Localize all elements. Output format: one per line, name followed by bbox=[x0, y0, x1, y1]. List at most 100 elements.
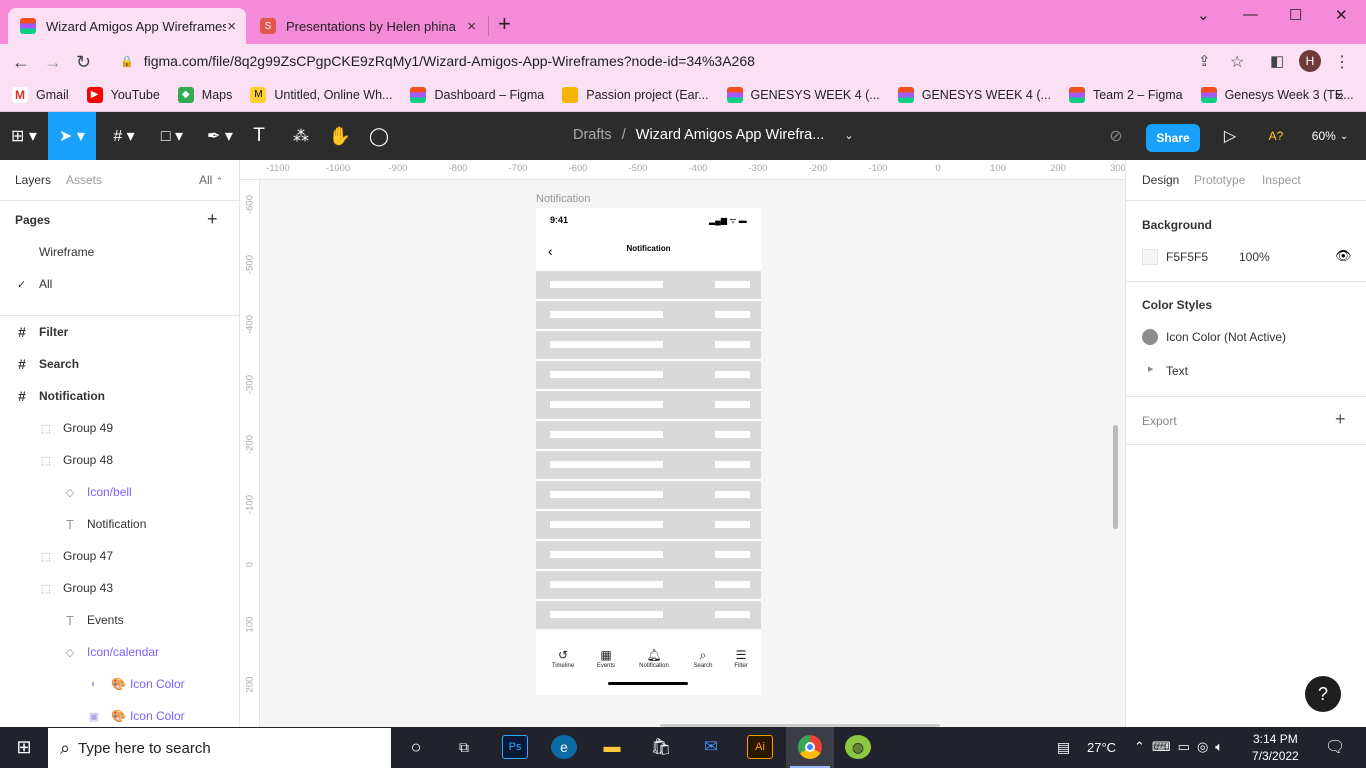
layer-group-48[interactable]: ⬚ Group 48 bbox=[0, 444, 239, 476]
tab-design[interactable]: Design bbox=[1142, 173, 1179, 187]
task-view-icon[interactable]: ⧉ bbox=[451, 735, 477, 759]
tab-layers[interactable]: Layers bbox=[15, 173, 51, 187]
notification-row[interactable] bbox=[536, 541, 761, 569]
layer-notification-frame[interactable]: # Notification bbox=[0, 380, 239, 412]
notification-row[interactable] bbox=[536, 601, 761, 629]
nav-filter[interactable]: ☰ Filter bbox=[723, 648, 759, 669]
layer-icon-color-1[interactable]: ◐ 🎨 Icon Color bbox=[0, 668, 239, 700]
share-page-icon[interactable]: ⇪ bbox=[1198, 52, 1211, 70]
notification-row[interactable] bbox=[536, 271, 761, 299]
vertical-scrollbar[interactable] bbox=[1113, 425, 1118, 529]
frame-tool-icon[interactable]: # ▾ bbox=[104, 112, 144, 160]
layer-group-43[interactable]: ⬚ Group 43 bbox=[0, 572, 239, 604]
help-button[interactable]: ? bbox=[1305, 676, 1341, 712]
bookmark-dashboard-figma[interactable]: Dashboard – Figma bbox=[410, 86, 544, 103]
share-button[interactable]: Share bbox=[1146, 124, 1200, 152]
new-tab-button[interactable]: + bbox=[498, 13, 511, 35]
notification-row[interactable] bbox=[536, 571, 761, 599]
comment-tool-icon[interactable]: ◯ bbox=[366, 112, 392, 160]
bookmark-passion-project[interactable]: Passion project (Ear... bbox=[562, 86, 709, 103]
illustrator-icon[interactable]: Ai bbox=[747, 735, 773, 759]
present-play-icon[interactable]: ▷ bbox=[1220, 112, 1240, 160]
shape-tool-icon[interactable]: □ ▾ bbox=[152, 112, 192, 160]
bookmark-maps[interactable]: ◆ Maps bbox=[177, 86, 232, 103]
move-tool-icon[interactable]: ➤ ▾ bbox=[48, 112, 96, 160]
notification-row[interactable] bbox=[536, 331, 761, 359]
zoom-control[interactable]: 60% ⌄ bbox=[1310, 112, 1350, 160]
minimize-icon[interactable]: — bbox=[1243, 6, 1258, 23]
notification-row[interactable] bbox=[536, 511, 761, 539]
bookmark-genesys-week4-a[interactable]: GENESYS WEEK 4 (... bbox=[726, 86, 880, 103]
notification-row[interactable] bbox=[536, 301, 761, 329]
tab-prototype[interactable]: Prototype bbox=[1194, 173, 1245, 187]
layer-filter[interactable]: # Filter bbox=[0, 316, 239, 348]
tab-figma[interactable]: Wizard Amigos App Wireframes × bbox=[8, 8, 246, 44]
notification-row[interactable] bbox=[536, 421, 761, 449]
nav-timeline[interactable]: ↺ Timeline bbox=[545, 648, 581, 669]
notifications-icon[interactable]: 🗨︎ bbox=[1325, 737, 1345, 757]
tab-inspect[interactable]: Inspect bbox=[1262, 173, 1301, 187]
background-hex[interactable]: F5F5F5 bbox=[1166, 250, 1208, 264]
more-bookmarks-icon[interactable]: » bbox=[1336, 86, 1344, 102]
layer-search[interactable]: # Search bbox=[0, 348, 239, 380]
bookmark-team2-figma[interactable]: Team 2 – Figma bbox=[1068, 86, 1183, 103]
page-wireframe[interactable]: Wireframe bbox=[0, 236, 239, 268]
main-menu-icon[interactable]: ⊞ ▾ bbox=[0, 112, 48, 160]
maximize-icon[interactable]: ☐ bbox=[1289, 6, 1302, 24]
add-export-icon[interactable]: + bbox=[1335, 409, 1346, 430]
profile-avatar[interactable]: H bbox=[1299, 50, 1321, 72]
notification-row[interactable] bbox=[536, 361, 761, 389]
layer-group-47[interactable]: ⬚ Group 47 bbox=[0, 540, 239, 572]
frame-label[interactable]: Notification bbox=[536, 193, 590, 205]
background-opacity[interactable]: 100% bbox=[1239, 250, 1270, 264]
forward-icon[interactable]: → bbox=[44, 52, 62, 73]
reload-icon[interactable]: ↻ bbox=[76, 52, 91, 73]
tab-search-icon[interactable]: ⌄ bbox=[1197, 6, 1210, 24]
layer-notification-text[interactable]: T Notification bbox=[0, 508, 239, 540]
store-icon[interactable]: 🛍︎ bbox=[648, 735, 674, 759]
caret-right-icon[interactable]: ▶ bbox=[1148, 365, 1153, 373]
tray-icons[interactable]: ⌃⌨▭◎🔈︎ bbox=[1134, 739, 1230, 755]
color-style-icon-color[interactable]: Icon Color (Not Active) bbox=[1166, 330, 1286, 344]
bookmark-youtube[interactable]: ▶ YouTube bbox=[86, 86, 160, 103]
background-swatch[interactable] bbox=[1142, 249, 1158, 265]
notification-row[interactable] bbox=[536, 481, 761, 509]
layer-events-text[interactable]: T Events bbox=[0, 604, 239, 636]
layer-icon-bell[interactable]: ◇ Icon/bell bbox=[0, 476, 239, 508]
nav-search[interactable]: ⌕ Search bbox=[685, 648, 721, 669]
canvas[interactable]: -1100 -1000 -900 -800 -700 -600 -500 -400 -300 -2… bbox=[240, 160, 1125, 727]
close-tab-icon[interactable]: × bbox=[227, 18, 236, 35]
taskbar-search-input[interactable]: ⌕ Type here to search bbox=[48, 728, 391, 768]
bookmark-star-icon[interactable]: ☆ bbox=[1230, 52, 1244, 72]
chevron-down-icon[interactable]: ⌄ bbox=[844, 130, 853, 142]
tab-assets[interactable]: Assets bbox=[66, 173, 102, 187]
layer-icon-calendar[interactable]: ◇ Icon/calendar bbox=[0, 636, 239, 668]
color-style-text-group[interactable]: Text bbox=[1166, 364, 1188, 378]
clock[interactable]: 3:14 PM 7/3/2022 bbox=[1252, 731, 1299, 765]
close-window-icon[interactable]: ✕ bbox=[1335, 6, 1348, 24]
nav-notification[interactable]: 🔔︎ Notification bbox=[636, 648, 672, 669]
bookmark-gmail[interactable]: M Gmail bbox=[12, 86, 69, 103]
pen-tool-icon[interactable]: ✒ ▾ bbox=[200, 112, 240, 160]
nav-events[interactable]: ▦ Events bbox=[588, 648, 624, 669]
notification-row[interactable] bbox=[536, 451, 761, 479]
page-all[interactable]: ✓ All bbox=[0, 268, 239, 300]
inkscape-icon[interactable]: ◍ bbox=[845, 735, 871, 759]
sidepanel-icon[interactable]: ◧ bbox=[1270, 52, 1284, 70]
menu-icon[interactable]: ⋮ bbox=[1334, 52, 1350, 72]
mail-icon[interactable]: ✉ bbox=[698, 735, 724, 759]
chrome-taskbar-active[interactable] bbox=[786, 727, 834, 768]
breadcrumb-drafts[interactable]: Drafts bbox=[573, 127, 612, 143]
hand-tool-icon[interactable]: ✋ bbox=[326, 112, 354, 160]
bookmark-genesys-week4-b[interactable]: GENESYS WEEK 4 (... bbox=[897, 86, 1051, 103]
edge-icon[interactable]: e bbox=[551, 735, 577, 759]
eye-icon[interactable]: 👁︎ bbox=[1335, 248, 1352, 264]
file-name[interactable]: Wizard Amigos App Wirefra... bbox=[636, 127, 825, 143]
add-page-icon[interactable]: + bbox=[207, 209, 218, 230]
layer-group-49[interactable]: ⬚ Group 49 bbox=[0, 412, 239, 444]
cortana-icon[interactable]: ○ bbox=[403, 735, 429, 759]
bookmark-miro[interactable]: M Untitled, Online Wh... bbox=[250, 86, 392, 103]
photoshop-icon[interactable]: Ps bbox=[502, 735, 528, 759]
back-icon[interactable]: ← bbox=[12, 52, 30, 73]
close-tab-icon[interactable]: × bbox=[467, 18, 476, 35]
